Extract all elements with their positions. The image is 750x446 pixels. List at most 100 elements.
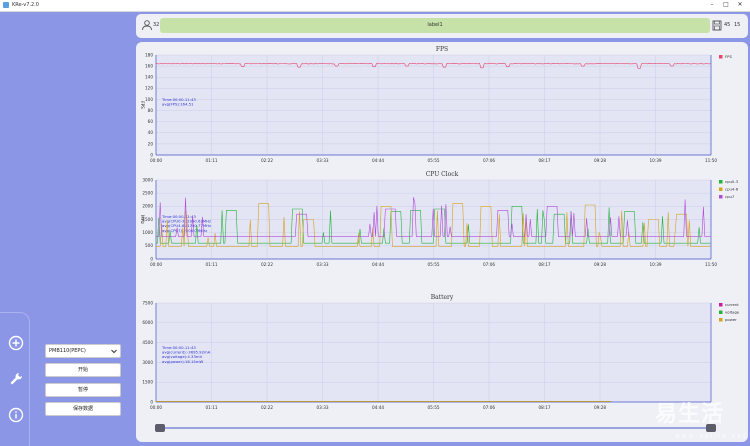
chart-title: Battery — [431, 294, 454, 301]
y-tick-label: 2500 — [142, 191, 153, 196]
x-tick-label: 04:44 — [372, 158, 384, 163]
save-data-button[interactable]: 保存数据 — [45, 402, 121, 416]
range-slider-start-handle[interactable] — [155, 424, 165, 432]
x-tick-label: 08:17 — [538, 158, 550, 163]
x-tick-label: 09:28 — [594, 262, 606, 267]
x-tick-label: 01:11 — [205, 262, 217, 267]
minimize-icon[interactable]: – — [707, 1, 717, 8]
info-icon[interactable] — [8, 407, 24, 423]
legend-label: voltage — [725, 310, 740, 315]
y-tick-label: 160 — [145, 64, 153, 69]
x-tick-label: 11:50 — [705, 158, 717, 163]
watermark-logo: 易生活 — [655, 396, 724, 428]
toolbar-value-a: 45 — [724, 22, 731, 28]
tooltip-text: avg(power):16.15mW — [162, 359, 204, 364]
x-tick-label: 04:44 — [372, 405, 384, 410]
legend-swatch — [719, 180, 723, 184]
user-icon[interactable] — [141, 19, 153, 31]
x-tick-label: 02:22 — [261, 158, 273, 163]
legend-label: FPS — [725, 54, 732, 59]
y-tick-label: 60 — [148, 119, 154, 124]
x-tick-label: 10:39 — [649, 262, 661, 267]
legend-label: cpu4-6 — [725, 187, 739, 192]
y-tick-label: 120 — [145, 86, 153, 91]
x-tick-label: 08:17 — [538, 405, 550, 410]
toolbar-value-b: 15 — [734, 22, 741, 28]
chevron-down-icon — [111, 349, 117, 354]
chart-title: FPS — [436, 46, 448, 53]
watermark-url: www.3elife.net — [675, 433, 748, 440]
y-tick-label: 2000 — [142, 204, 153, 209]
x-tick-label: 02:22 — [261, 262, 273, 267]
close-icon[interactable]: ✕ — [735, 1, 745, 8]
x-tick-label: 02:22 — [261, 405, 273, 410]
x-tick-label: 10:39 — [649, 158, 661, 163]
y-tick-label: 1500 — [142, 380, 153, 385]
x-tick-label: 05:55 — [427, 158, 439, 163]
wrench-icon[interactable] — [8, 371, 24, 387]
chart-title: CPU Clock — [426, 171, 459, 178]
y-tick-label: 6000 — [142, 320, 153, 325]
device-select[interactable]: PMB110(PEPC) — [45, 344, 121, 358]
x-tick-label: 07:06 — [483, 405, 495, 410]
legend-swatch — [719, 318, 723, 322]
legend-swatch — [719, 55, 723, 59]
status-label: label1 — [160, 18, 710, 33]
x-tick-label: 01:11 — [205, 405, 217, 410]
device-select-value: PMB110(PEPC) — [49, 348, 86, 354]
start-button[interactable]: 开始 — [45, 363, 121, 377]
x-tick-label: 11:50 — [705, 262, 717, 267]
x-tick-label: 00:00 — [150, 262, 162, 267]
x-tick-label: 07:06 — [483, 262, 495, 267]
x-tick-label: 01:11 — [205, 158, 217, 163]
legend-swatch — [719, 303, 723, 307]
legend-swatch — [719, 310, 723, 314]
y-tick-label: 3000 — [142, 177, 153, 182]
window-title: KRe-v7.2.0 — [12, 2, 39, 8]
y-tick-label: 1000 — [142, 230, 153, 235]
y-tick-label: 140 — [145, 75, 153, 80]
title-bar: KRe-v7.2.0 – □ ✕ — [0, 0, 750, 12]
x-tick-label: 09:28 — [594, 405, 606, 410]
x-tick-label: 03:33 — [316, 262, 328, 267]
y-tick-label: 500 — [145, 243, 153, 248]
user-count: 32 — [153, 22, 160, 28]
y-tick-label: 0 — [150, 152, 153, 157]
x-tick-label: 04:44 — [372, 262, 384, 267]
legend-label: cpu0-3 — [725, 179, 739, 184]
legend-swatch — [719, 187, 723, 191]
add-icon[interactable] — [8, 335, 24, 351]
y-axis-label: FPS — [140, 101, 145, 109]
legend-label: cpu7 — [725, 194, 735, 199]
y-tick-label: 100 — [145, 97, 153, 102]
pause-button[interactable]: 暂停 — [45, 383, 121, 397]
y-tick-label: 180 — [145, 52, 153, 57]
icon-strip — [0, 312, 30, 446]
app-icon — [3, 2, 9, 8]
y-tick-label: 0 — [150, 256, 153, 261]
x-tick-label: 03:33 — [316, 405, 328, 410]
y-tick-label: 4500 — [142, 340, 153, 345]
y-tick-label: 3000 — [142, 360, 153, 365]
y-tick-label: 80 — [148, 108, 154, 113]
x-tick-label: 08:17 — [538, 262, 550, 267]
y-axis-label: MHz — [140, 215, 145, 225]
x-tick-label: 00:00 — [150, 158, 162, 163]
y-tick-label: 40 — [148, 130, 154, 135]
watermark-text: 易生活 — [655, 402, 725, 427]
x-tick-label: 00:00 — [150, 405, 162, 410]
y-tick-label: 20 — [148, 141, 154, 146]
x-tick-label: 05:55 — [427, 405, 439, 410]
x-tick-label: 03:33 — [316, 158, 328, 163]
x-tick-label: 05:55 — [427, 262, 439, 267]
maximize-icon[interactable]: □ — [721, 1, 731, 8]
y-tick-label: 0 — [150, 399, 153, 404]
legend-label: current — [725, 302, 739, 307]
legend-label: power — [725, 317, 737, 322]
save-icon[interactable] — [712, 20, 722, 31]
charts-area: FPS18016014012010080604020000:00 01:11 02:… — [140, 46, 740, 432]
y-tick-label: 7500 — [142, 300, 153, 305]
tooltip-text: avg(FPS):164.51 — [162, 102, 194, 107]
x-tick-label: 07:06 — [483, 158, 495, 163]
legend-swatch — [719, 195, 723, 199]
